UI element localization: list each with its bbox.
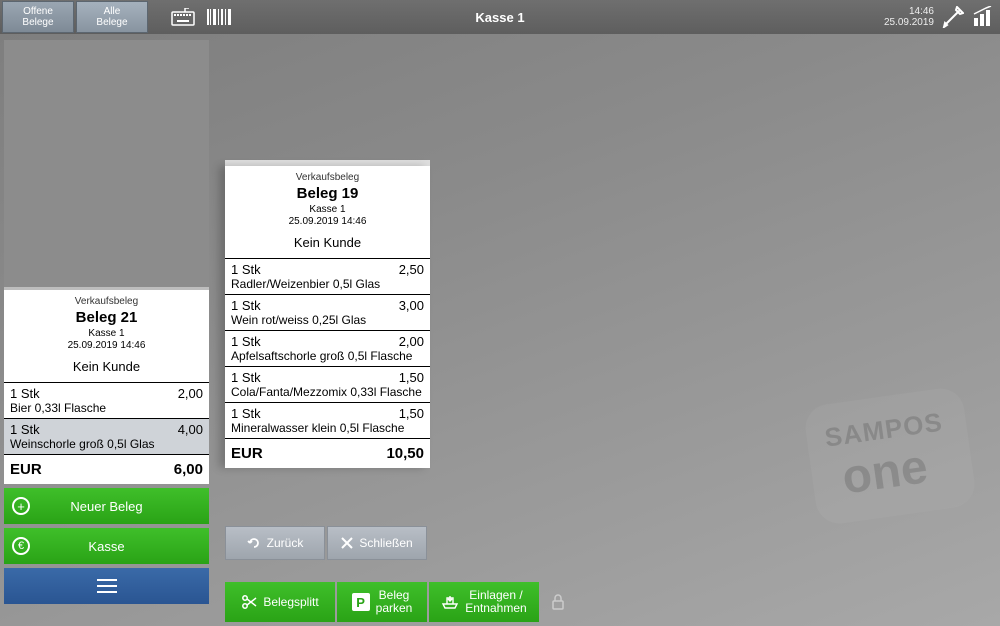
receipt-line[interactable]: 1 Stk 1,50Cola/Fanta/Mezzomix 0,33l Flasc…	[225, 366, 430, 402]
close-icon	[341, 537, 353, 549]
drawer-icon	[441, 594, 459, 610]
preview-receipt-panel: Verkaufsbeleg Beleg 19 Kasse 1 25.09.201…	[225, 160, 430, 468]
line-desc: Radler/Weizenbier 0,5l Glas	[231, 277, 424, 291]
receipt-line[interactable]: 1 Stk 4,00Weinschorle groß 0,5l Glas	[4, 418, 209, 454]
euro-icon: €	[12, 537, 30, 555]
line-qty: 1 Stk	[10, 386, 40, 401]
line-desc: Cola/Fanta/Mezzomix 0,33l Flasche	[231, 385, 424, 399]
datetime-display: 14:46 25.09.2019	[884, 6, 934, 28]
line-price: 1,50	[399, 370, 424, 385]
receipt-register: Kasse 1	[8, 328, 205, 339]
close-label: Schließen	[359, 536, 412, 550]
line-qty: 1 Stk	[231, 298, 261, 313]
receipt-scroll-area[interactable]	[4, 40, 209, 290]
park-label: Beleg parken	[376, 589, 413, 615]
time-label: 14:46	[884, 6, 934, 17]
barcode-icon[interactable]	[204, 2, 234, 32]
back-button[interactable]: Zurück	[225, 526, 325, 560]
line-desc: Apfelsaftschorle groß 0,5l Flasche	[231, 349, 424, 363]
register-title: Kasse 1	[0, 10, 1000, 25]
split-label: Belegsplitt	[263, 595, 318, 609]
stats-icon[interactable]	[972, 6, 994, 28]
preview-register: Kasse 1	[229, 204, 426, 215]
line-price: 2,00	[399, 334, 424, 349]
receipt-line[interactable]: 1 Stk 2,00Bier 0,33l Flasche	[4, 382, 209, 418]
checkout-label: Kasse	[88, 539, 124, 554]
menu-button[interactable]	[4, 568, 209, 604]
lock-icon[interactable]	[541, 582, 575, 622]
receipt-currency: EUR	[10, 461, 42, 478]
settings-icon[interactable]	[942, 6, 964, 28]
left-column: Verkaufsbeleg Beleg 21 Kasse 1 25.09.201…	[4, 40, 209, 622]
receipt-type: Verkaufsbeleg	[8, 296, 205, 307]
top-bar: Offene Belege Alle Belege Kasse 1 14:46 …	[0, 0, 1000, 34]
receipt-customer: Kein Kunde	[8, 359, 205, 374]
cash-inout-button[interactable]: Einlagen / Entnahmen	[429, 582, 539, 622]
tab-all-label: Alle Belege	[96, 6, 127, 28]
checkout-button[interactable]: € Kasse	[4, 528, 209, 564]
tab-open-label: Offene Belege	[22, 6, 53, 28]
plus-icon: +	[12, 497, 30, 515]
receipt-name: Beleg 21	[8, 309, 205, 326]
line-price: 2,00	[178, 386, 203, 401]
receipt-split-button[interactable]: Belegsplitt	[225, 582, 335, 622]
receipt-line[interactable]: 1 Stk 2,00Apfelsaftschorle groß 0,5l Flas…	[225, 330, 430, 366]
line-price: 1,50	[399, 406, 424, 421]
line-desc: Bier 0,33l Flasche	[10, 401, 203, 415]
active-receipt[interactable]: Verkaufsbeleg Beleg 21 Kasse 1 25.09.201…	[4, 290, 209, 484]
line-qty: 1 Stk	[231, 262, 261, 277]
date-label: 25.09.2019	[884, 17, 934, 28]
preview-actions: Zurück Schließen	[225, 526, 427, 560]
preview-customer: Kein Kunde	[229, 235, 426, 250]
preview-datetime: 25.09.2019 14:46	[229, 216, 426, 227]
line-qty: 1 Stk	[231, 334, 261, 349]
receipt-datetime: 25.09.2019 14:46	[8, 340, 205, 351]
close-button[interactable]: Schließen	[327, 526, 427, 560]
line-price: 2,50	[399, 262, 424, 277]
line-qty: 1 Stk	[231, 406, 261, 421]
receipt-line[interactable]: 1 Stk 3,00Wein rot/weiss 0,25l Glas	[225, 294, 430, 330]
tab-all-receipts[interactable]: Alle Belege	[76, 1, 148, 33]
preview-currency: EUR	[231, 445, 263, 462]
line-qty: 1 Stk	[231, 370, 261, 385]
new-receipt-button[interactable]: + Neuer Beleg	[4, 488, 209, 524]
keyboard-icon[interactable]	[168, 2, 198, 32]
tab-open-receipts[interactable]: Offene Belege	[2, 1, 74, 33]
receipt-line[interactable]: 1 Stk 1,50Mineralwasser klein 0,5l Flasch…	[225, 402, 430, 438]
preview-type: Verkaufsbeleg	[229, 172, 426, 183]
preview-receipt[interactable]: Verkaufsbeleg Beleg 19 Kasse 1 25.09.201…	[225, 166, 430, 468]
preview-name: Beleg 19	[229, 185, 426, 202]
undo-icon	[247, 536, 261, 550]
bottom-action-bar: Belegsplitt P Beleg parken Einlagen / En…	[225, 582, 575, 622]
line-price: 3,00	[399, 298, 424, 313]
preview-total: 10,50	[386, 445, 424, 462]
scissors-icon	[241, 594, 257, 610]
line-price: 4,00	[178, 422, 203, 437]
new-receipt-label: Neuer Beleg	[70, 499, 142, 514]
line-desc: Wein rot/weiss 0,25l Glas	[231, 313, 424, 327]
hamburger-icon	[97, 579, 117, 593]
line-desc: Weinschorle groß 0,5l Glas	[10, 437, 203, 451]
park-icon: P	[352, 593, 370, 611]
brand-watermark: SAMPOS one	[802, 385, 977, 526]
receipt-total: 6,00	[174, 461, 203, 478]
line-qty: 1 Stk	[10, 422, 40, 437]
cash-inout-label: Einlagen / Entnahmen	[465, 589, 526, 615]
back-label: Zurück	[267, 536, 304, 550]
receipt-line[interactable]: 1 Stk 2,50Radler/Weizenbier 0,5l Glas	[225, 258, 430, 294]
line-desc: Mineralwasser klein 0,5l Flasche	[231, 421, 424, 435]
park-receipt-button[interactable]: P Beleg parken	[337, 582, 427, 622]
